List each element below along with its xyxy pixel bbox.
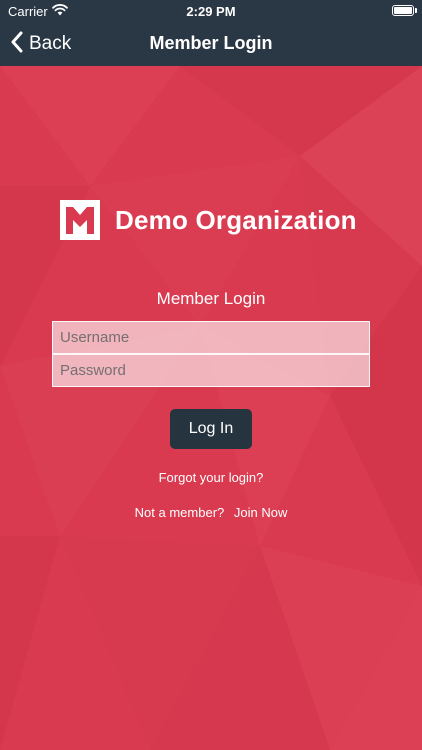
battery-tip — [415, 8, 417, 13]
login-screen — [0, 66, 422, 750]
forgot-login-link[interactable]: Forgot your login? — [159, 470, 264, 485]
nav-bar: Back Member Login — [0, 22, 422, 66]
page-title: Member Login — [149, 33, 273, 53]
status-bar: Carrier 2:29 PM — [0, 0, 422, 22]
header: Carrier 2:29 PM Back Member Login — [0, 0, 422, 66]
org-name: Demo Organization — [115, 204, 357, 235]
login-button[interactable]: Log In — [170, 409, 252, 449]
username-input[interactable] — [52, 321, 370, 354]
background-polygons — [0, 66, 422, 750]
org-logo: Demo Organization — [60, 200, 357, 240]
forgot-login-row: Forgot your login? — [0, 470, 422, 485]
form-title: Member Login — [156, 289, 266, 308]
not-member-label: Not a member? — [134, 505, 225, 520]
join-now-link[interactable]: Join Now — [234, 505, 287, 520]
password-input[interactable] — [52, 354, 370, 387]
join-row: Not a member? Join Now — [0, 505, 422, 520]
status-time: 2:29 PM — [186, 4, 236, 19]
battery-icon — [392, 5, 414, 16]
org-logo-icon — [60, 200, 100, 240]
